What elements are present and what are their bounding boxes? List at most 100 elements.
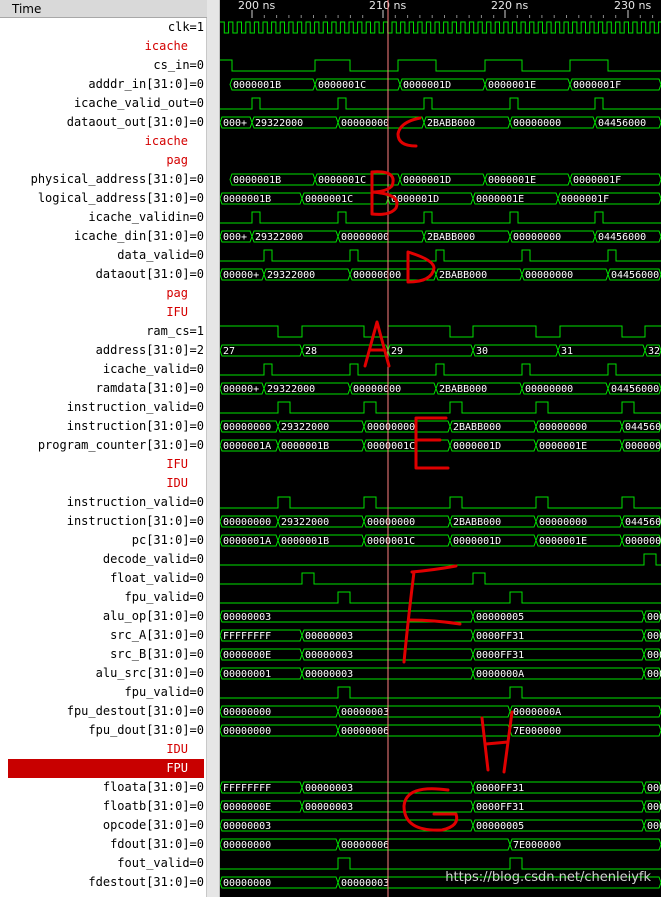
signal-group-label[interactable]: pag (8, 284, 204, 303)
bus-value: 00000000 (223, 422, 271, 433)
waveform-row[interactable] (220, 401, 661, 414)
bus-segment: 04456000 (621, 515, 661, 528)
signal-name[interactable]: icache_valid=0 (8, 360, 204, 379)
signal-group-label[interactable]: IDU (8, 740, 204, 759)
signal-name[interactable]: icache_validin=0 (8, 208, 204, 227)
waveform-row[interactable] (220, 211, 661, 224)
signal-group-label[interactable]: IFU (8, 303, 204, 322)
bus-value: 00000005 (476, 612, 524, 623)
waveform-row[interactable]: 00000000 29322000 00000000 2BABB000 00000000… (220, 420, 661, 433)
bus-value: 000+ (223, 232, 247, 243)
signal-group-label[interactable]: icache (8, 132, 204, 151)
signal-name[interactable]: fpu_dout[31:0]=0 (8, 721, 204, 740)
bus-segment: 0000001B (229, 78, 316, 91)
signal-name[interactable]: data_valid=0 (8, 246, 204, 265)
signal-name[interactable]: pc[31:0]=0 (8, 531, 204, 550)
signal-name[interactable]: float_valid=0 (8, 569, 204, 588)
signal-name[interactable]: fpu_valid=0 (8, 588, 204, 607)
waveform-row[interactable]: 00000+ 29322000 00000000 2BABB000 00000000 04… (220, 268, 661, 281)
waveform-row[interactable]: 27 28 29 30 31 32 (220, 344, 661, 357)
waveform-row[interactable] (220, 21, 661, 34)
bus-segment: 0000001A (220, 439, 279, 452)
signal-name[interactable]: logical_address[31:0]=0 (8, 189, 204, 208)
waveform-row[interactable]: 00000000 29322000 00000000 2BABB000 00000000… (220, 515, 661, 528)
signal-name[interactable]: address[31:0]=2 (8, 341, 204, 360)
signal-name[interactable]: fdout[31:0]=0 (8, 835, 204, 854)
signal-name[interactable]: instruction[31:0]=0 (8, 417, 204, 436)
signal-name[interactable]: instruction_valid=0 (8, 493, 204, 512)
bus-value: 30 (476, 346, 488, 357)
signal-name[interactable]: src_A[31:0]=0 (8, 626, 204, 645)
bus-value: 0000001B (233, 175, 281, 186)
bus-value: 0000001F (561, 194, 609, 205)
signal-name[interactable]: fpu_valid=0 (8, 683, 204, 702)
signal-name[interactable]: alu_op[31:0]=0 (8, 607, 204, 626)
signal-name[interactable]: src_B[31:0]=0 (8, 645, 204, 664)
waveform-row[interactable]: 00000000 00000003 0000000A (220, 705, 661, 718)
bus-value: 04456000 (625, 517, 661, 528)
waveform-row[interactable] (220, 496, 661, 509)
signal-name[interactable]: program_counter[31:0]=0 (8, 436, 204, 455)
signal-group-label[interactable]: icache (8, 37, 204, 56)
time-ruler[interactable] (220, 0, 661, 18)
signal-name[interactable]: opcode[31:0]=0 (8, 816, 204, 835)
signal-name[interactable]: fdestout[31:0]=0 (8, 873, 204, 892)
waveform-row[interactable] (220, 553, 661, 566)
waveform-row[interactable] (220, 857, 661, 870)
waveform-row[interactable] (220, 591, 661, 604)
waveform-row[interactable]: 0000000E 00000003 0000FF31 000 (220, 800, 661, 813)
waveform-row[interactable]: 0000001A 0000001B 0000001C 0000001D 0000001E… (220, 439, 661, 452)
signal-name[interactable]: alu_src[31:0]=0 (8, 664, 204, 683)
waveform-row[interactable] (220, 572, 661, 585)
signal-name[interactable]: icache_din[31:0]=0 (8, 227, 204, 246)
signal-name[interactable]: clk=1 (8, 18, 204, 37)
signal-name[interactable]: icache_valid_out=0 (8, 94, 204, 113)
bus-value: 000 (647, 669, 661, 680)
waveform-row[interactable] (220, 325, 661, 338)
signal-group-label[interactable]: pag (8, 151, 204, 170)
waveform-row[interactable] (220, 686, 661, 699)
waveform-row[interactable]: 00000+ 29322000 00000000 2BABB000 00000000 04… (220, 382, 661, 395)
waveform-canvas[interactable]: 200 ns 210 ns 220 ns 230 ns0000001B 0000001C… (220, 0, 661, 897)
signal-name[interactable]: floatb[31:0]=0 (8, 797, 204, 816)
signal-group-label[interactable]: FPU (8, 759, 204, 778)
signal-name[interactable]: instruction_valid=0 (8, 398, 204, 417)
waveform-pane[interactable]: 200 ns 210 ns 220 ns 230 ns 0000001B 0000001C… (220, 0, 661, 897)
waveform-row[interactable]: 00000001 00000003 0000000A 000 (220, 667, 661, 680)
waveform-row[interactable]: FFFFFFFF 00000003 0000FF31 000 (220, 629, 661, 642)
pane-splitter[interactable] (207, 0, 220, 897)
signal-name[interactable]: dataout_out[31:0]=0 (8, 113, 204, 132)
signal-name[interactable]: ramdata[31:0]=0 (8, 379, 204, 398)
signal-group-label[interactable]: IDU (8, 474, 204, 493)
bus-segment: FFFFFFFF (220, 629, 303, 642)
signal-name[interactable]: adddr_in[31:0]=0 (8, 75, 204, 94)
waveform-row[interactable]: 0000001B 0000001C 0000001D 0000001E 0000001F (229, 173, 661, 186)
waveform-row[interactable] (220, 363, 661, 376)
signal-name[interactable]: decode_valid=0 (8, 550, 204, 569)
signal-name[interactable]: dataout[31:0]=0 (8, 265, 204, 284)
waveform-row[interactable]: 0000001A 0000001B 0000001C 0000001D 0000001E… (220, 534, 661, 547)
signal-name[interactable]: physical_address[31:0]=0 (8, 170, 204, 189)
signal-name[interactable]: fout_valid=0 (8, 854, 204, 873)
waveform-row[interactable]: 00000000 00000006 7E000000 (220, 838, 661, 851)
waveform-row[interactable]: 0000001B 0000001C 0000001D 0000001E 0000001F (220, 192, 661, 205)
waveform-row[interactable]: 0000001B 0000001C 0000001D 0000001E 0000001F (229, 78, 661, 91)
bus-value: 00000+ (223, 384, 259, 395)
waveform-row[interactable] (220, 59, 661, 72)
signal-name[interactable]: instruction[31:0]=0 (8, 512, 204, 531)
bus-value: 00000000 (341, 232, 389, 243)
waveform-row[interactable]: 00000000 00000006 7E000000 (220, 724, 661, 737)
bus-segment: 00000003 (337, 705, 511, 718)
waveform-row[interactable] (220, 97, 661, 110)
signal-name[interactable]: floata[31:0]=0 (8, 778, 204, 797)
bus-value: 00000000 (223, 517, 271, 528)
signal-name[interactable]: ram_cs=1 (8, 322, 204, 341)
waveform-row[interactable]: 000+ 29322000 00000000 2BABB000 00000000 0445… (220, 116, 661, 129)
bus-segment: 00000000 (535, 515, 623, 528)
signal-name[interactable]: cs_in=0 (8, 56, 204, 75)
signal-group-label[interactable]: IFU (8, 455, 204, 474)
signal-name[interactable]: fpu_destout[31:0]=0 (8, 702, 204, 721)
waveform-row[interactable] (220, 249, 661, 262)
waveform-row[interactable]: 0000000E 00000003 0000FF31 000 (220, 648, 661, 661)
waveform-row[interactable]: 000+ 29322000 00000000 2BABB000 00000000 0445… (220, 230, 661, 243)
